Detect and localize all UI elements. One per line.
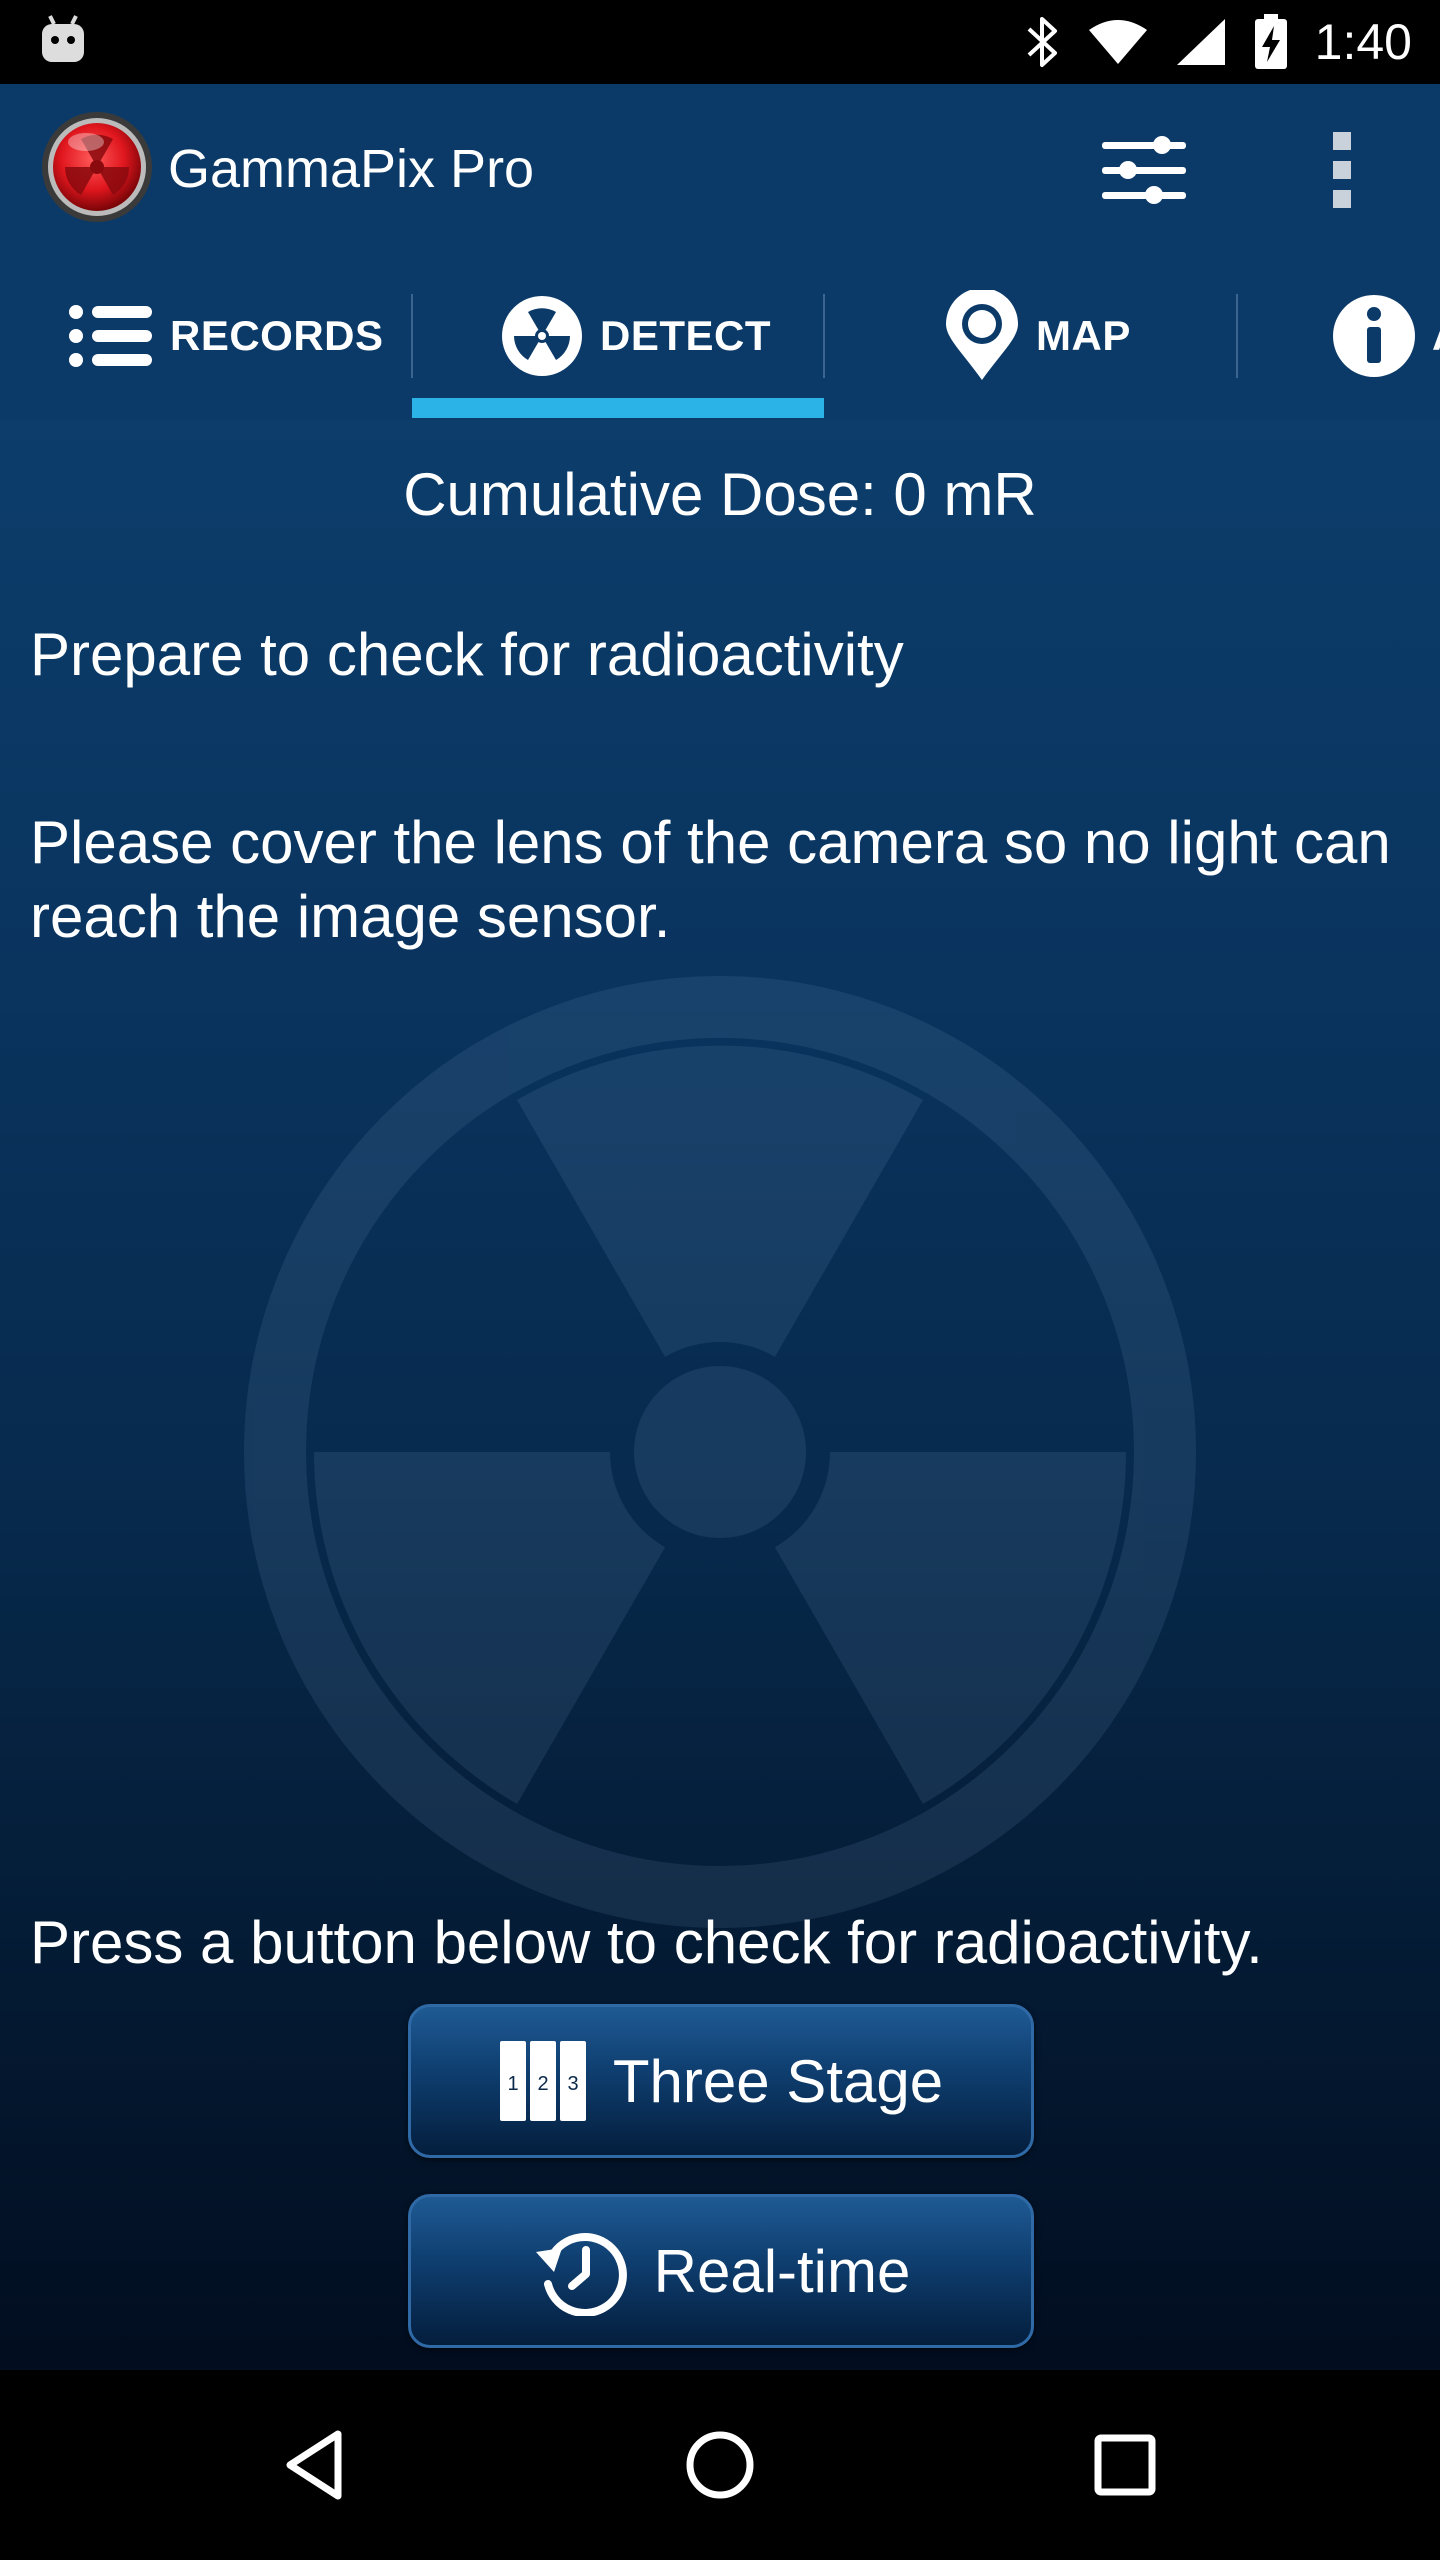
radiation-icon bbox=[502, 296, 582, 376]
tab-map-label: MAP bbox=[1036, 312, 1131, 359]
lens-instruction: Please cover the lens of the camera so n… bbox=[30, 809, 1391, 950]
tab-divider bbox=[823, 294, 825, 378]
more-vert-icon bbox=[1333, 132, 1351, 208]
map-pin-icon bbox=[946, 290, 1018, 380]
tab-map[interactable]: MAP bbox=[944, 252, 1131, 420]
filter-settings-icon bbox=[1102, 136, 1186, 204]
clock: 1:40 bbox=[1314, 14, 1412, 70]
status-bar: 1:40 bbox=[0, 0, 1440, 84]
tab-records-label: RECORDS bbox=[170, 312, 384, 359]
back-icon bbox=[286, 2430, 342, 2500]
bluetooth-icon bbox=[1027, 17, 1057, 67]
gammapix-logo-icon bbox=[40, 110, 154, 224]
stage-digit: 3 bbox=[567, 2073, 578, 2095]
prepare-heading: Prepare to check for radioactivity bbox=[30, 621, 904, 688]
selected-tab-indicator bbox=[412, 398, 824, 418]
recents-icon bbox=[1094, 2434, 1156, 2496]
wifi-icon bbox=[1088, 20, 1147, 64]
tab-detect[interactable]: DETECT bbox=[500, 252, 771, 420]
radiation-watermark-icon bbox=[244, 976, 1196, 1928]
tab-detect-label: DETECT bbox=[600, 312, 771, 359]
tab-divider bbox=[1236, 294, 1238, 378]
realtime-button[interactable]: Real-time bbox=[408, 2194, 1034, 2348]
tab-bar: RECORDS DETECT MAP A bbox=[0, 252, 1440, 422]
home-button[interactable] bbox=[675, 2420, 765, 2510]
filter-settings-button[interactable] bbox=[1096, 132, 1196, 208]
home-icon bbox=[686, 2431, 754, 2499]
stage-digit: 1 bbox=[507, 2073, 518, 2095]
android-icon bbox=[40, 14, 86, 69]
battery-charging-icon bbox=[1254, 14, 1287, 69]
tab-divider bbox=[411, 294, 413, 378]
three-stage-label: Three Stage bbox=[612, 2047, 944, 2115]
info-icon bbox=[1333, 295, 1415, 377]
cumulative-dose-readout: Cumulative Dose: 0 mR bbox=[403, 461, 1037, 528]
tab-records[interactable]: RECORDS bbox=[68, 252, 384, 420]
system-nav-bar bbox=[0, 2370, 1440, 2560]
app-title: GammaPix Pro bbox=[168, 139, 535, 199]
cellular-signal-icon bbox=[1176, 19, 1225, 65]
recents-button[interactable] bbox=[1080, 2420, 1170, 2510]
three-stage-icon: 1 2 3 bbox=[499, 2041, 586, 2121]
tab-about[interactable]: A bbox=[1332, 252, 1440, 420]
press-button-hint: Press a button below to check for radioa… bbox=[30, 1909, 1263, 1976]
tab-about-label: A bbox=[1432, 312, 1440, 360]
realtime-clock-icon bbox=[535, 2233, 627, 2316]
stage-digit: 2 bbox=[537, 2073, 548, 2095]
realtime-label: Real-time bbox=[653, 2237, 911, 2305]
app-bar: GammaPix Pro bbox=[0, 84, 1440, 252]
detect-panel: Cumulative Dose: 0 mR Prepare to check f… bbox=[0, 420, 1440, 2370]
more-options-button[interactable] bbox=[1320, 128, 1364, 212]
three-stage-button[interactable]: 1 2 3 Three Stage bbox=[408, 2004, 1034, 2158]
back-button[interactable] bbox=[270, 2420, 360, 2510]
list-icon bbox=[69, 305, 152, 367]
